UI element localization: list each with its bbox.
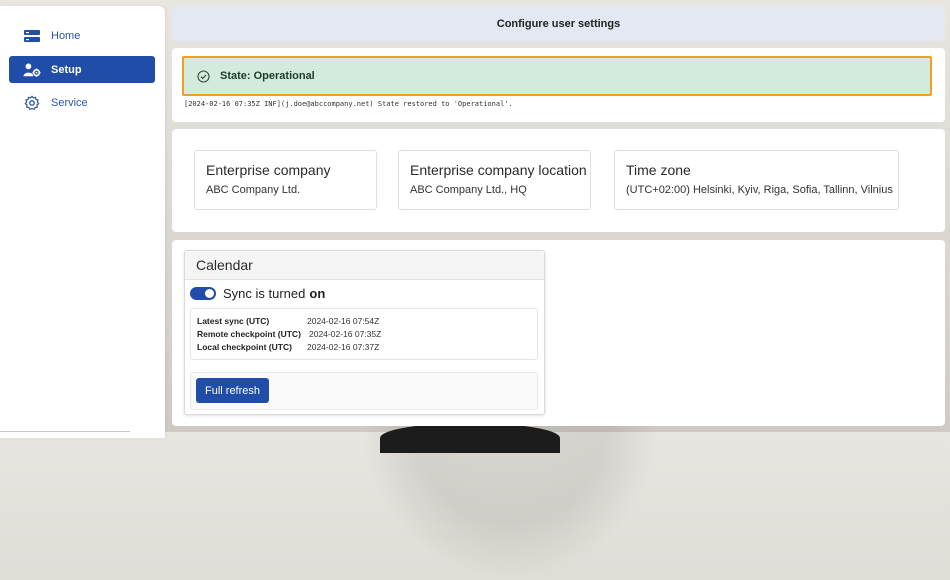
- user-settings-icon: [23, 61, 41, 79]
- state-log-entry: [2024-02-16 07:35Z INF](j.doe@abccompany…: [184, 100, 513, 108]
- toggle-knob: [205, 289, 214, 298]
- sync-label: Sync is turned: [223, 286, 306, 301]
- enterprise-company-card: Enterprise company ABC Company Ltd.: [194, 150, 377, 210]
- sync-detail-value: 2024-02-16 07:35Z: [309, 329, 382, 339]
- sync-detail-row: Remote checkpoint (UTC) 2024-02-16 07:35…: [197, 328, 537, 341]
- sync-toggle[interactable]: [190, 287, 216, 300]
- company-panel: Enterprise company ABC Company Ltd. Ente…: [172, 129, 945, 232]
- background-photo-hair: [380, 423, 560, 453]
- sync-detail-key: Local checkpoint (UTC): [197, 342, 292, 352]
- sync-detail-row: Latest sync (UTC) 2024-02-16 07:54Z: [197, 315, 537, 328]
- sync-detail-row: Local checkpoint (UTC) 2024-02-16 07:37Z: [197, 341, 537, 354]
- sidebar-item-setup[interactable]: Setup: [9, 56, 155, 83]
- card-value: ABC Company Ltd., HQ: [410, 184, 527, 196]
- sidebar-item-service[interactable]: Service: [9, 89, 155, 116]
- card-value: (UTC+02:00) Helsinki, Kyiv, Riga, Sofia,…: [626, 184, 893, 196]
- sync-details: Latest sync (UTC) 2024-02-16 07:54Z Remo…: [190, 308, 538, 360]
- sidebar-item-home[interactable]: Home: [9, 22, 155, 49]
- state-label: State: Operational: [220, 70, 315, 82]
- sidebar-item-label: Home: [51, 29, 81, 42]
- check-circle-icon: [197, 69, 210, 83]
- sync-detail-value: 2024-02-16 07:54Z: [307, 316, 380, 326]
- calendar-card: Calendar Sync is turned on Latest sync (…: [184, 250, 545, 415]
- sync-detail-key: Remote checkpoint (UTC): [197, 329, 301, 339]
- home-icon: [23, 27, 41, 45]
- page-title: Configure user settings: [496, 17, 621, 30]
- sync-detail-key: Latest sync (UTC): [197, 316, 270, 326]
- card-title: Time zone: [626, 162, 691, 178]
- card-title: Enterprise company location: [410, 162, 587, 178]
- card-value: ABC Company Ltd.: [206, 184, 301, 196]
- sync-row: Sync is turned on: [190, 286, 325, 301]
- refresh-area: Full refresh: [190, 372, 538, 410]
- state-panel: State: Operational [2024-02-16 07:35Z IN…: [172, 48, 945, 122]
- calendar-title: Calendar: [185, 251, 544, 280]
- full-refresh-button[interactable]: Full refresh: [196, 378, 270, 403]
- calendar-panel: Calendar Sync is turned on Latest sync (…: [172, 240, 945, 426]
- sidebar-item-label: Setup: [51, 63, 82, 76]
- sidebar-item-label: Service: [51, 96, 88, 109]
- gear-icon: [23, 94, 41, 112]
- sync-state: on: [309, 286, 326, 301]
- sync-detail-value: 2024-02-16 07:37Z: [307, 342, 380, 352]
- card-title: Enterprise company: [206, 162, 331, 178]
- state-banner: State: Operational: [182, 56, 932, 96]
- time-zone-card: Time zone (UTC+02:00) Helsinki, Kyiv, Ri…: [614, 150, 899, 210]
- page-header: Configure user settings: [172, 6, 945, 41]
- enterprise-location-card: Enterprise company location ABC Company …: [398, 150, 591, 210]
- sidebar: Home Setup Service: [0, 6, 165, 438]
